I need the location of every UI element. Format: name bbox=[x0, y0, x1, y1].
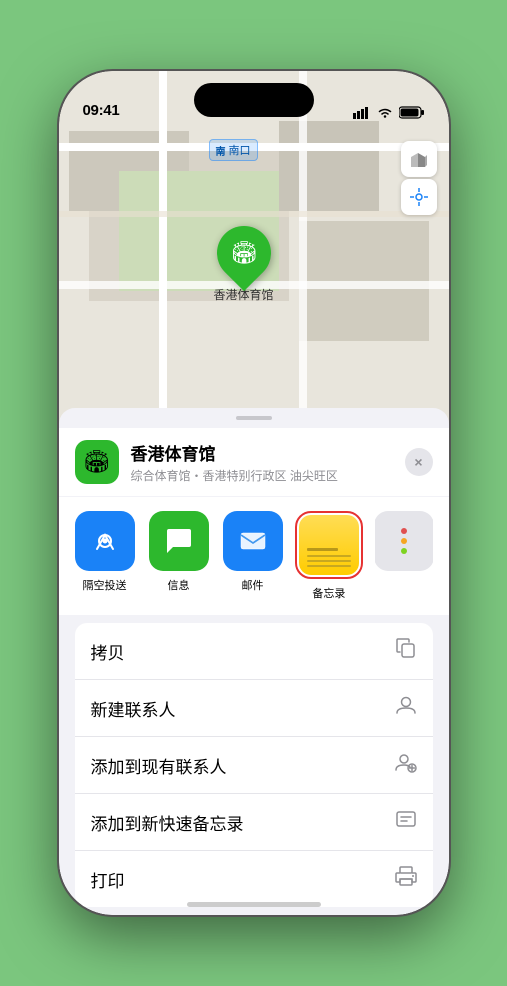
action-print-label: 打印 bbox=[91, 867, 125, 892]
print-icon bbox=[395, 865, 417, 893]
status-icons bbox=[353, 106, 425, 119]
action-copy[interactable]: 拷贝 bbox=[75, 623, 433, 680]
add-contact-icon bbox=[395, 751, 417, 779]
quick-note-icon bbox=[395, 808, 417, 836]
place-name: 香港体育馆 bbox=[131, 440, 393, 465]
action-list: 拷贝 新建联系人 bbox=[75, 623, 433, 907]
place-header: 🏟 香港体育馆 综合体育馆・香港特别行政区 油尖旺区 × bbox=[59, 428, 449, 496]
action-new-contact[interactable]: 新建联系人 bbox=[75, 680, 433, 737]
marker-pin-icon: 🏟 bbox=[230, 240, 258, 266]
place-icon: 🏟 bbox=[75, 440, 119, 484]
share-apps-container: 隔空投送 信息 bbox=[75, 511, 433, 601]
phone-frame: 09:41 bbox=[59, 71, 449, 915]
close-button[interactable]: × bbox=[405, 448, 433, 476]
share-app-mail[interactable]: 邮件 bbox=[223, 511, 283, 593]
battery-icon bbox=[399, 106, 425, 119]
marker-pin: 🏟 bbox=[205, 215, 281, 291]
messages-label: 信息 bbox=[168, 577, 190, 593]
action-quick-note-label: 添加到新快速备忘录 bbox=[91, 810, 244, 835]
airdrop-label: 隔空投送 bbox=[83, 577, 127, 593]
map-label: 南 南口 bbox=[209, 139, 258, 161]
messages-icon bbox=[149, 511, 209, 571]
new-contact-icon bbox=[395, 694, 417, 722]
action-add-existing[interactable]: 添加到现有联系人 bbox=[75, 737, 433, 794]
share-app-messages[interactable]: 信息 bbox=[149, 511, 209, 593]
dynamic-island bbox=[194, 83, 314, 117]
share-row: 隔空投送 信息 bbox=[59, 497, 449, 615]
action-quick-note[interactable]: 添加到新快速备忘录 bbox=[75, 794, 433, 851]
action-new-contact-label: 新建联系人 bbox=[91, 696, 176, 721]
signal-icon bbox=[353, 107, 371, 119]
location-button[interactable] bbox=[401, 179, 437, 215]
mail-label: 邮件 bbox=[242, 577, 264, 593]
share-app-airdrop[interactable]: 隔空投送 bbox=[75, 511, 135, 593]
mail-icon bbox=[223, 511, 283, 571]
place-description: 综合体育馆・香港特别行政区 油尖旺区 bbox=[131, 467, 393, 484]
notes-label: 备忘录 bbox=[312, 585, 345, 601]
status-time: 09:41 bbox=[83, 102, 120, 119]
sheet-handle bbox=[236, 416, 272, 420]
wifi-icon bbox=[377, 107, 393, 119]
notes-app-icon bbox=[299, 515, 359, 575]
map-controls bbox=[401, 141, 437, 215]
place-info: 香港体育馆 综合体育馆・香港特别行政区 油尖旺区 bbox=[131, 440, 393, 484]
share-app-notes[interactable]: 备忘录 bbox=[297, 511, 362, 601]
phone-screen: 09:41 bbox=[59, 71, 449, 915]
bottom-sheet: 🏟 香港体育馆 综合体育馆・香港特别行政区 油尖旺区 × bbox=[59, 408, 449, 915]
copy-icon bbox=[395, 637, 417, 665]
share-app-more[interactable] bbox=[375, 511, 432, 571]
map-label-text: 南口 bbox=[229, 142, 251, 158]
action-print[interactable]: 打印 bbox=[75, 851, 433, 907]
location-marker[interactable]: 🏟 香港体育馆 bbox=[214, 226, 274, 303]
action-add-existing-label: 添加到现有联系人 bbox=[91, 753, 227, 778]
airdrop-icon bbox=[75, 511, 135, 571]
action-copy-label: 拷贝 bbox=[91, 639, 125, 664]
map-type-button[interactable] bbox=[401, 141, 437, 177]
more-icon bbox=[375, 511, 432, 571]
home-indicator bbox=[187, 902, 321, 907]
